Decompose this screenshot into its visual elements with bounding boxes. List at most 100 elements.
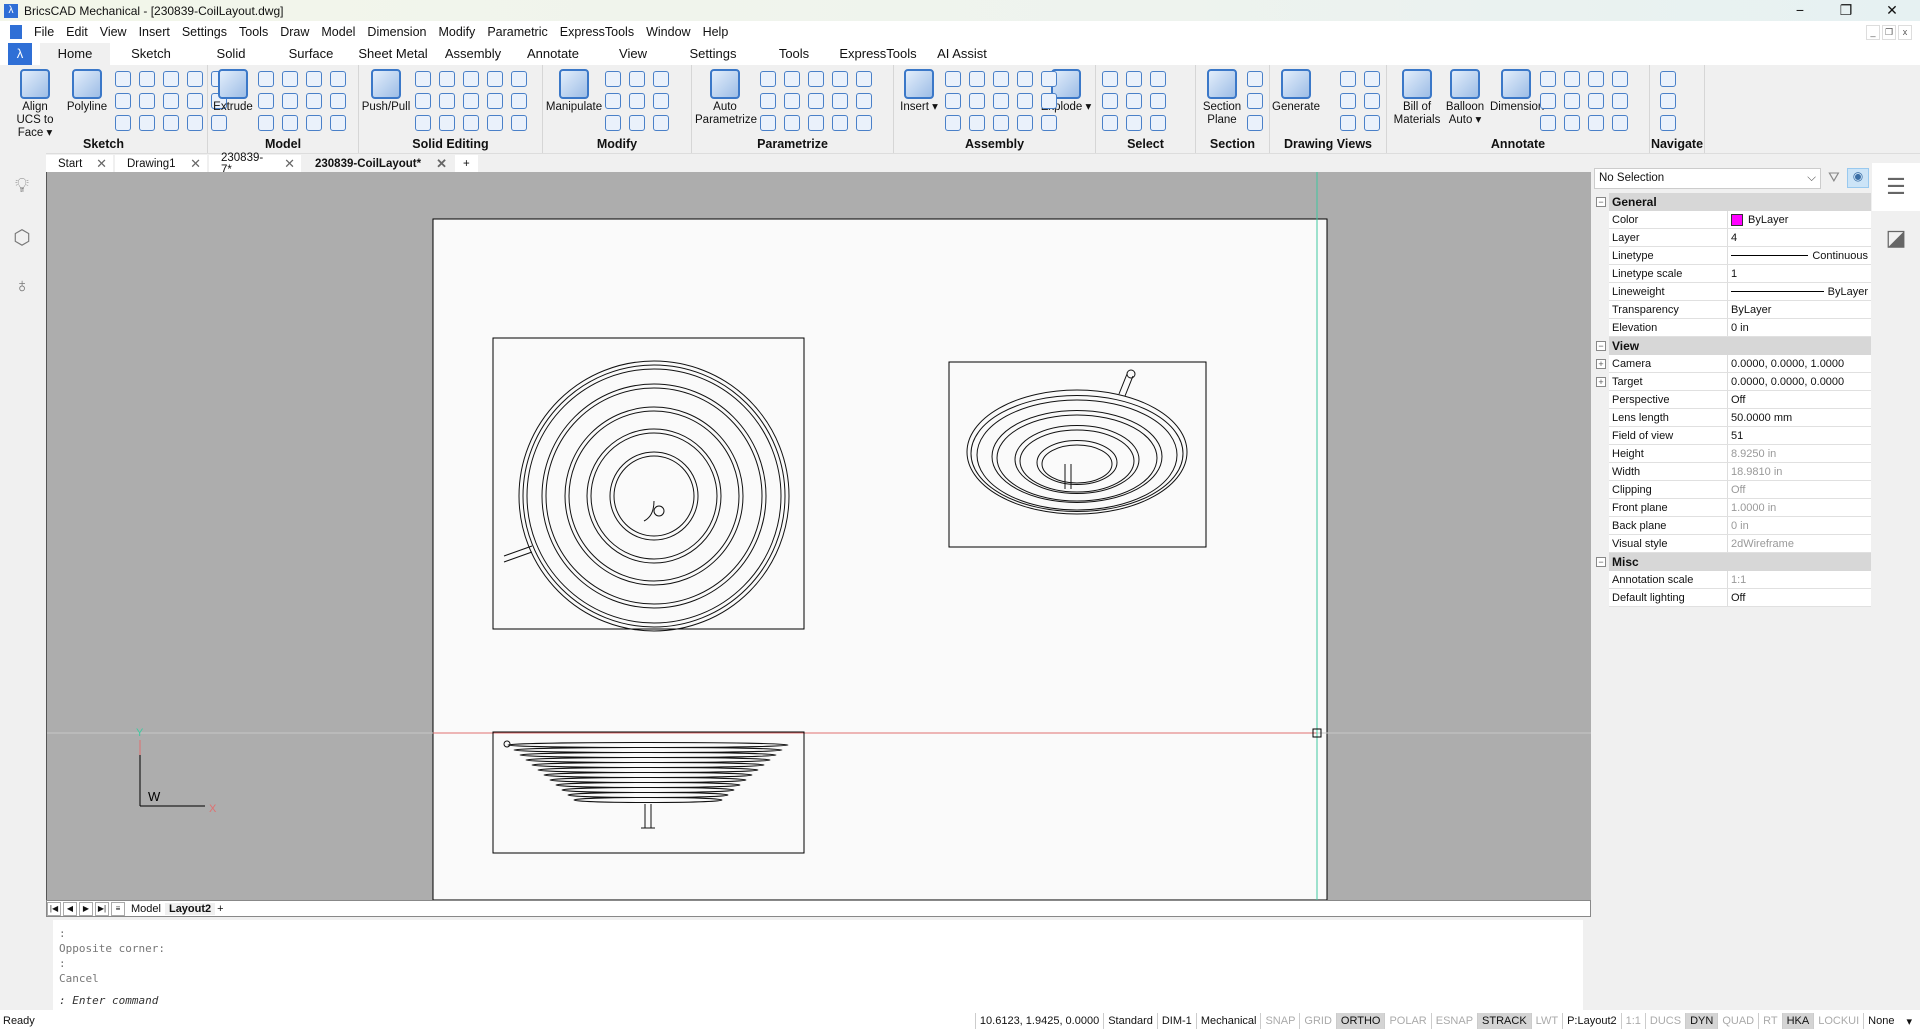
- property-row-lens-length[interactable]: Lens length 50.0000 mm: [1609, 409, 1871, 427]
- tool-icon[interactable]: [282, 115, 298, 131]
- property-row-layer[interactable]: Layer 4: [1609, 229, 1871, 247]
- expand-row-icon[interactable]: +: [1596, 377, 1606, 387]
- menu-expresstools[interactable]: ExpressTools: [554, 25, 640, 39]
- ribbon-button-insert[interactable]: Insert ▾: [896, 69, 942, 114]
- tool-icon[interactable]: [1612, 71, 1628, 87]
- tool-icon[interactable]: [1340, 71, 1356, 87]
- tool-icon[interactable]: [163, 93, 179, 109]
- tool-icon[interactable]: [463, 71, 479, 87]
- property-value[interactable]: Continuous: [1728, 247, 1871, 264]
- tool-icon[interactable]: [415, 93, 431, 109]
- tool-icon[interactable]: [487, 93, 503, 109]
- tool-icon[interactable]: [306, 115, 322, 131]
- tool-icon[interactable]: [463, 115, 479, 131]
- tool-icon[interactable]: [784, 115, 800, 131]
- tool-icon[interactable]: [605, 115, 621, 131]
- new-tab-button[interactable]: +: [455, 155, 478, 172]
- tab-sheet-metal[interactable]: Sheet Metal: [352, 43, 434, 65]
- first-layout-button[interactable]: |◀: [47, 901, 61, 916]
- property-row-linetype-scale[interactable]: Linetype scale 1: [1609, 265, 1871, 283]
- tool-icon[interactable]: [1564, 71, 1580, 87]
- status-toggle-none[interactable]: None: [1863, 1013, 1898, 1029]
- tool-icon[interactable]: [187, 71, 203, 87]
- section-general[interactable]: General: [1609, 193, 1871, 211]
- tool-icon[interactable]: [605, 71, 621, 87]
- tool-icon[interactable]: [330, 93, 346, 109]
- tool-icon[interactable]: [1126, 93, 1142, 109]
- tool-icon[interactable]: [415, 115, 431, 131]
- property-row-annotation-scale[interactable]: Annotation scale 1:1: [1609, 571, 1871, 589]
- ribbon-button-auto-parametrize[interactable]: Auto Parametrize: [695, 69, 757, 127]
- status-toggle-esnap[interactable]: ESNAP: [1430, 1013, 1477, 1029]
- command-input[interactable]: : Enter command: [59, 993, 1577, 1008]
- property-value[interactable]: 1: [1728, 265, 1871, 282]
- tool-icon[interactable]: [439, 93, 455, 109]
- tool-icon[interactable]: [945, 71, 961, 87]
- property-row-camera[interactable]: Camera 0.0000, 0.0000, 1.0000: [1609, 355, 1871, 373]
- menu-tools[interactable]: Tools: [233, 25, 274, 39]
- tool-icon[interactable]: [282, 93, 298, 109]
- tool-icon[interactable]: [945, 115, 961, 131]
- layers-panel-icon[interactable]: ◪: [1872, 225, 1920, 265]
- tool-icon[interactable]: [1340, 115, 1356, 131]
- tool-icon[interactable]: [1041, 93, 1057, 109]
- status-toggle-p-layout2[interactable]: P:Layout2: [1562, 1013, 1621, 1029]
- tool-icon[interactable]: [1564, 115, 1580, 131]
- tool-icon[interactable]: [808, 71, 824, 87]
- tool-icon[interactable]: [653, 115, 669, 131]
- menu-modify[interactable]: Modify: [432, 25, 481, 39]
- status-toggle-grid[interactable]: GRID: [1299, 1013, 1336, 1029]
- tool-icon[interactable]: [1588, 115, 1604, 131]
- tool-icon[interactable]: [653, 71, 669, 87]
- menu-model[interactable]: Model: [315, 25, 361, 39]
- doc-tab[interactable]: 230839-CoilLayout* ✕: [303, 155, 453, 172]
- tool-icon[interactable]: [115, 71, 131, 87]
- next-layout-button[interactable]: ▶: [79, 901, 93, 916]
- tool-icon[interactable]: [760, 71, 776, 87]
- tab-solid[interactable]: Solid: [192, 43, 270, 65]
- property-value[interactable]: 18.9810 in: [1728, 463, 1871, 480]
- property-row-perspective[interactable]: Perspective Off: [1609, 391, 1871, 409]
- tool-icon[interactable]: [1102, 93, 1118, 109]
- menu-dimension[interactable]: Dimension: [361, 25, 432, 39]
- command-line[interactable]: : Opposite corner: : Cancel : Enter comm…: [53, 920, 1583, 1010]
- property-row-linetype[interactable]: Linetype Continuous: [1609, 247, 1871, 265]
- property-value[interactable]: 1:1: [1728, 571, 1871, 588]
- tool-icon[interactable]: [1588, 93, 1604, 109]
- tab-expresstools[interactable]: ExpressTools: [834, 43, 922, 65]
- doc-tab[interactable]: Drawing1 ✕: [115, 155, 207, 172]
- ribbon-button-generate[interactable]: Generate: [1272, 69, 1320, 114]
- tool-icon[interactable]: [1612, 93, 1628, 109]
- tab-annotate[interactable]: Annotate: [512, 43, 594, 65]
- tool-icon[interactable]: [1041, 71, 1057, 87]
- ribbon-button-manipulate[interactable]: Manipulate: [545, 69, 603, 114]
- tab-settings[interactable]: Settings: [672, 43, 754, 65]
- tool-icon[interactable]: [1150, 93, 1166, 109]
- tab-sketch[interactable]: Sketch: [110, 43, 192, 65]
- toggle-pickadd-eye-icon[interactable]: ◉: [1847, 168, 1869, 188]
- property-row-visual-style[interactable]: Visual style 2dWireframe: [1609, 535, 1871, 553]
- tool-icon[interactable]: [139, 115, 155, 131]
- tool-icon[interactable]: [832, 71, 848, 87]
- menu-settings[interactable]: Settings: [176, 25, 233, 39]
- tab-view[interactable]: View: [594, 43, 672, 65]
- ribbon-button-extrude[interactable]: Extrude: [210, 69, 256, 114]
- tool-icon[interactable]: [439, 115, 455, 131]
- tool-icon[interactable]: [163, 71, 179, 87]
- tool-icon[interactable]: [1660, 71, 1676, 87]
- property-value[interactable]: ByLayer: [1728, 283, 1871, 300]
- tool-icon[interactable]: [969, 71, 985, 87]
- close-tab-icon[interactable]: ✕: [96, 156, 107, 172]
- status-toggle-1-1[interactable]: 1:1: [1620, 1013, 1645, 1029]
- status-toggle-lwt[interactable]: LWT: [1530, 1013, 1562, 1029]
- property-row-width[interactable]: Width 18.9810 in: [1609, 463, 1871, 481]
- doc-tab[interactable]: 230839-7* ✕: [209, 152, 301, 176]
- tool-icon[interactable]: [1660, 93, 1676, 109]
- prev-layout-button[interactable]: ◀: [63, 901, 77, 916]
- maximize-button[interactable]: ❐: [1823, 0, 1869, 21]
- tool-icon[interactable]: [1126, 71, 1142, 87]
- tool-icon[interactable]: [629, 115, 645, 131]
- status-toggle-polar[interactable]: POLAR: [1384, 1013, 1430, 1029]
- tool-icon[interactable]: [187, 115, 203, 131]
- tool-icon[interactable]: [1247, 71, 1263, 87]
